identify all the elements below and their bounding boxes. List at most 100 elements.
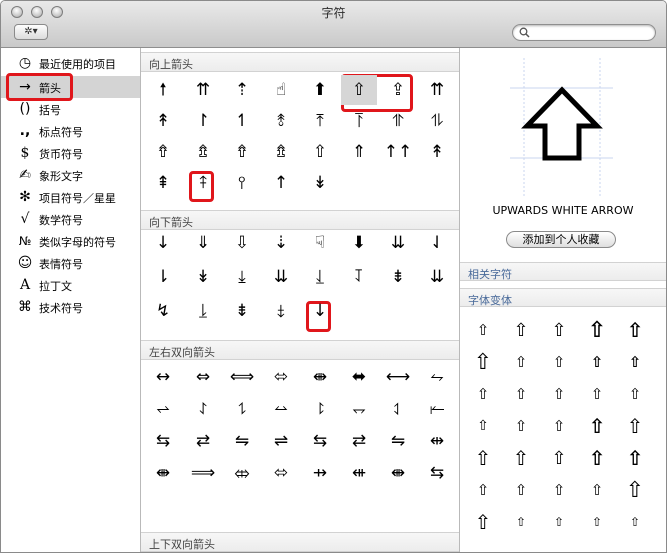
glyph-cell[interactable]: ⥍ <box>222 394 262 424</box>
glyph-cell[interactable]: ⇓ <box>183 228 223 258</box>
glyph-cell[interactable]: ↾ <box>183 106 223 136</box>
glyph-cell[interactable]: ⇃ <box>417 228 457 258</box>
glyph-cell[interactable]: ⥏ <box>300 394 340 424</box>
glyph-cell[interactable]: ⥋ <box>143 394 183 424</box>
glyph-cell[interactable]: ⇡ <box>222 75 262 105</box>
font-variant-cell[interactable]: ⇧ <box>502 347 540 378</box>
glyph-cell[interactable]: ⥉ <box>261 106 301 136</box>
font-variant-cell[interactable]: ⇧ <box>578 411 616 442</box>
font-variant-cell[interactable]: ⇧ <box>464 507 502 538</box>
glyph-cell[interactable]: ⇋ <box>222 426 262 456</box>
sidebar-item-arrows[interactable]: → 箭头 <box>1 76 140 98</box>
glyph-cell[interactable]: ⥮ <box>417 106 457 136</box>
glyph-cell[interactable]: ⇟ <box>222 296 262 326</box>
action-menu-button[interactable]: ✲▾ <box>14 24 48 40</box>
glyph-cell[interactable]: ↟ <box>417 137 457 167</box>
font-variant-cell[interactable]: ⇧ <box>616 379 654 410</box>
font-variant-cell[interactable]: ⇧ <box>578 379 616 410</box>
sidebar-item-currency[interactable]: $ 货币符号 <box>1 142 140 164</box>
font-variant-cell[interactable]: ⇧ <box>464 411 502 442</box>
sidebar-item-recent[interactable]: ◷ 最近使用的项目 <box>1 52 140 74</box>
glyph-cell[interactable]: ↡ <box>183 262 223 292</box>
glyph-cell[interactable]: ⇄ <box>339 426 379 456</box>
glyph-cell[interactable]: ⟺ <box>222 362 262 392</box>
font-variant-cell[interactable]: ⇧ <box>502 443 540 474</box>
font-variant-cell[interactable]: ⇧ <box>578 475 616 506</box>
glyph-cell[interactable]: ↑↑ <box>378 137 418 167</box>
font-variant-cell[interactable]: ⇧ <box>464 475 502 506</box>
glyph-cell[interactable]: ⇋ <box>378 426 418 456</box>
sidebar-item-letterlike[interactable]: № 类似字母的符号 <box>1 230 140 252</box>
glyph-cell[interactable]: ↔ <box>143 362 183 392</box>
glyph-cell[interactable]: ⇆ <box>143 426 183 456</box>
font-variant-cell[interactable]: ⇧ <box>464 347 502 378</box>
glyph-cell[interactable]: ⥌ <box>183 394 223 424</box>
glyph-cell[interactable]: ⇼ <box>300 362 340 392</box>
glyph-cell[interactable]: ⇊ <box>378 228 418 258</box>
font-variant-cell[interactable]: ⇧ <box>540 475 578 506</box>
glyph-cell[interactable] <box>143 490 183 520</box>
glyph-cell[interactable]: ⥎ <box>261 394 301 424</box>
glyph-cell[interactable]: ⇆ <box>300 426 340 456</box>
glyph-cell[interactable]: ☝ <box>261 75 301 105</box>
glyph-cell[interactable]: ⥔ <box>339 106 379 136</box>
font-variant-cell[interactable]: ⇧ <box>502 315 540 346</box>
glyph-cell[interactable]: 🠕 <box>143 75 183 105</box>
font-variant-cell[interactable]: ⇧ <box>502 379 540 410</box>
glyph-cell[interactable]: ⇊ <box>261 262 301 292</box>
font-variant-cell[interactable]: ⇧ <box>540 507 578 538</box>
glyph-cell[interactable]: ⤈ <box>261 296 301 326</box>
font-variant-cell[interactable]: ⇧ <box>464 443 502 474</box>
font-variant-cell[interactable]: ⇧ <box>616 411 654 442</box>
glyph-cell[interactable]: ⬌ <box>339 362 379 392</box>
sidebar-item-brackets[interactable]: () 括号 <box>1 98 140 120</box>
glyph-cell[interactable]: ⇼ <box>378 458 418 488</box>
glyph-cell[interactable]: ⇑ <box>339 137 379 167</box>
glyph-cell[interactable]: ⇊ <box>417 262 457 292</box>
glyph-cell[interactable]: ⥣ <box>378 106 418 136</box>
glyph-cell[interactable]: ⫯ <box>222 168 262 198</box>
glyph-cell[interactable]: ⇆ <box>417 458 457 488</box>
glyph-cell[interactable]: ⇮ <box>222 137 262 167</box>
glyph-cell[interactable]: ⇂ <box>143 262 183 292</box>
font-variant-cell[interactable]: ⇧ <box>616 347 654 378</box>
font-variant-cell[interactable]: ⇧ <box>616 507 654 538</box>
glyph-cell[interactable]: ⇪ <box>378 75 418 105</box>
glyph-cell[interactable]: ⬇ <box>339 228 379 258</box>
glyph-cell[interactable]: ⤓ <box>222 262 262 292</box>
glyph-cell[interactable]: ⇮ <box>143 137 183 167</box>
font-variant-cell[interactable]: ⇧ <box>578 507 616 538</box>
glyph-cell[interactable]: ↓ <box>300 296 340 326</box>
glyph-cell[interactable]: ⤉ <box>183 168 223 198</box>
glyph-cell[interactable]: ⥕ <box>183 296 223 326</box>
glyph-cell[interactable]: ⬄ <box>261 362 301 392</box>
font-variant-cell[interactable]: ⇧ <box>578 443 616 474</box>
font-variant-cell[interactable]: ⇧ <box>578 347 616 378</box>
related-characters-header[interactable]: 相关字符 <box>460 262 666 281</box>
sidebar-item-latin[interactable]: A 拉丁文 <box>1 274 140 296</box>
glyph-cell[interactable]: ⟷ <box>378 362 418 392</box>
glyph-cell[interactable]: ⇼ <box>143 458 183 488</box>
glyph-cell[interactable]: ⇧ <box>300 137 340 167</box>
glyph-cell[interactable]: ⤄ <box>222 458 262 488</box>
glyph-cell[interactable]: ⇄ <box>183 426 223 456</box>
glyph-cell[interactable]: ⇟ <box>378 262 418 292</box>
glyph-cell[interactable]: ⬆ <box>300 75 340 105</box>
glyph-cell[interactable]: ⥊ <box>417 362 457 392</box>
font-variant-cell[interactable]: ⇧ <box>540 379 578 410</box>
font-variant-cell[interactable]: ⇧ <box>540 347 578 378</box>
add-to-favorites-button[interactable]: 添加到个人收藏 <box>506 231 616 248</box>
font-variant-cell[interactable]: ⇧ <box>502 411 540 442</box>
glyph-cell[interactable]: ☟ <box>300 228 340 258</box>
font-variant-cell[interactable]: ⇧ <box>540 315 578 346</box>
font-variation-header[interactable]: 字体变体 <box>460 288 666 307</box>
sidebar-item-emoticons[interactable]: ☺ 表情符号 <box>1 252 140 274</box>
font-variant-cell[interactable]: ⇧ <box>464 315 502 346</box>
glyph-cell[interactable] <box>339 296 379 326</box>
font-variant-cell[interactable]: ⇧ <box>616 443 654 474</box>
glyph-cell[interactable]: ⥐ <box>339 394 379 424</box>
sidebar-item-technical[interactable]: ⌘ 技术符号 <box>1 296 140 318</box>
glyph-cell[interactable]: ⇩ <box>222 228 262 258</box>
glyph-cell[interactable]: ↯ <box>143 296 183 326</box>
font-variant-cell[interactable]: ⇧ <box>502 507 540 538</box>
